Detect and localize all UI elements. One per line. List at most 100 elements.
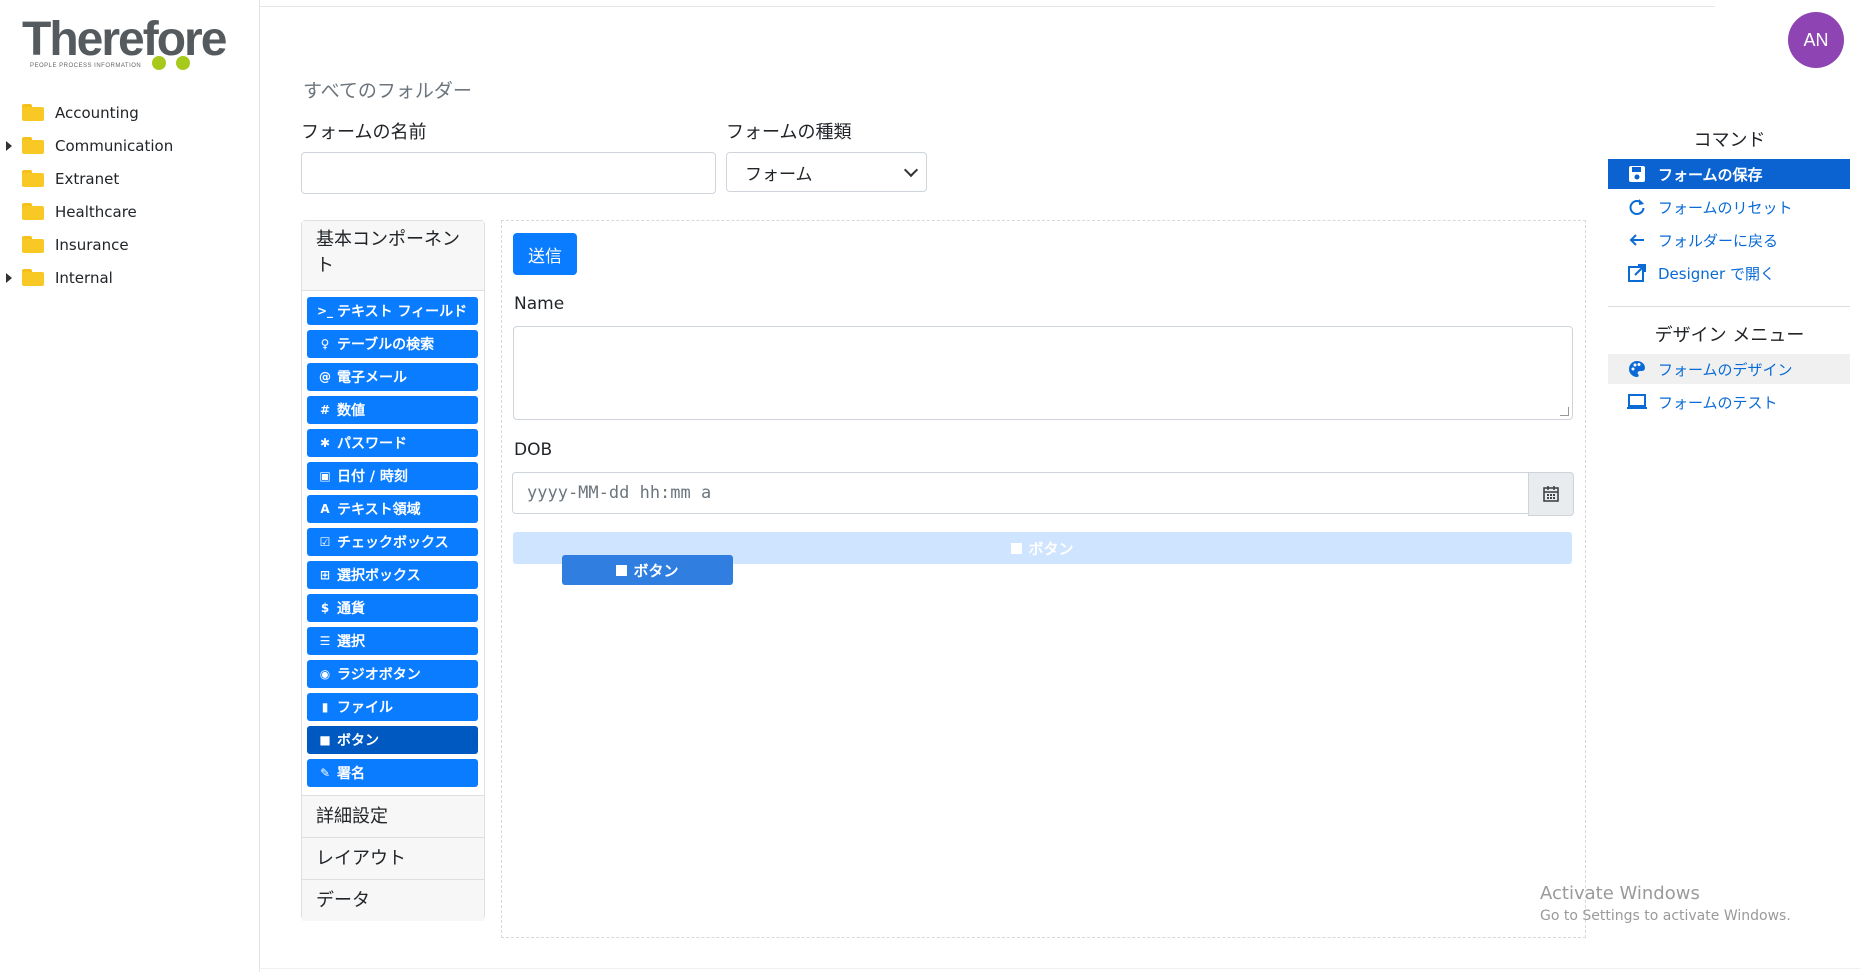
component-item[interactable]: ☑ チェックボックス (307, 528, 478, 556)
folder-label: Extranet (55, 169, 120, 188)
folder-label: Internal (55, 268, 113, 287)
terminal-icon: >_ (317, 304, 334, 318)
folder-icon (22, 269, 44, 286)
design-menu-title: デザイン メニュー (1654, 325, 1805, 346)
menu-item[interactable]: フォームのデザイン (1608, 354, 1850, 384)
chevron-down-icon (903, 162, 919, 178)
component-label: テーブルの検索 (337, 337, 435, 353)
component-item[interactable]: ⊞ 選択ボックス (307, 561, 478, 589)
component-item[interactable]: A テキスト領域 (307, 495, 478, 523)
pencil-icon: ✎ (319, 766, 331, 780)
sidebar: Therefore PEOPLE PROCESS INFORMATION Acc… (0, 0, 260, 972)
folder-icon (22, 236, 44, 253)
component-label: 署名 (337, 766, 365, 782)
component-item[interactable]: >_ テキスト フィールド (307, 297, 478, 325)
asterisk-icon: ✱ (319, 436, 331, 450)
calendar-icon: ▣ (319, 469, 331, 483)
menu-item[interactable]: フォームのテスト (1608, 387, 1850, 417)
submit-button[interactable]: 送信 (513, 233, 577, 275)
folder-item[interactable]: Extranet (0, 162, 259, 195)
check-square-icon: ☑ (319, 535, 331, 549)
component-item[interactable]: ☰ 選択 (307, 627, 478, 655)
component-item[interactable]: ▣ 日付 / 時刻 (307, 462, 478, 490)
folder-item[interactable]: Accounting (0, 96, 259, 129)
component-item[interactable]: $ 通貨 (307, 594, 478, 622)
component-item[interactable]: ♀ テーブルの検索 (307, 330, 478, 358)
component-label: 電子メール (337, 370, 407, 386)
folder-label: Healthcare (55, 202, 137, 221)
at-icon: @ (319, 370, 331, 384)
menu-item-label: フォームのデザイン (1658, 360, 1793, 379)
dragging-button-component[interactable]: ボタン (562, 555, 733, 585)
dollar-icon: $ (320, 601, 330, 615)
dob-field-label: DOB (514, 440, 553, 460)
dot-circle-icon: ◉ (319, 667, 331, 681)
caret-right-icon[interactable] (6, 272, 12, 283)
folder-icon (22, 137, 44, 154)
folder-icon (22, 104, 44, 121)
logo-text: Therefore (22, 13, 227, 66)
menu-item[interactable]: フォルダーに戻る (1608, 225, 1850, 255)
form-type-select[interactable]: フォーム (726, 152, 927, 192)
form-type-value: フォーム (745, 164, 813, 185)
panel-section[interactable]: レイアウト (302, 837, 484, 879)
component-label: 通貨 (337, 601, 365, 617)
component-item[interactable]: ▮ ファイル (307, 693, 478, 721)
font-icon: A (320, 502, 330, 516)
component-item[interactable]: ✎ 署名 (307, 759, 478, 787)
calendar-icon (1543, 486, 1559, 502)
activate-windows-title: Activate Windows (1540, 883, 1700, 904)
bottom-border (259, 968, 1860, 969)
component-item[interactable]: ◉ ラジオボタン (307, 660, 478, 688)
component-item[interactable]: @ 電子メール (307, 363, 478, 391)
basic-components-header[interactable]: 基本コンポーネント (302, 221, 484, 291)
component-label: テキスト領域 (337, 502, 421, 518)
name-textarea[interactable] (513, 326, 1573, 420)
reset-icon (1626, 197, 1648, 217)
component-item[interactable]: ✱ パスワード (307, 429, 478, 457)
dob-input[interactable]: yyyy-MM-dd hh:mm a (512, 472, 1528, 514)
hash-icon: # (319, 403, 331, 417)
breadcrumb[interactable]: すべてのフォルダー (303, 76, 472, 103)
placeholder-button-label: ボタン (1028, 539, 1074, 558)
menu-item-label: フォームの保存 (1658, 165, 1763, 184)
component-label: パスワード (337, 436, 407, 452)
panel-section[interactable]: 詳細設定 (302, 795, 484, 837)
user-avatar[interactable]: AN (1788, 12, 1844, 68)
external-link-icon (1626, 263, 1648, 283)
component-label: 選択 (337, 634, 365, 650)
menu-item-label: フォルダーに戻る (1658, 231, 1779, 250)
name-field-label: Name (514, 294, 565, 314)
menu-item[interactable]: フォームの保存 (1608, 159, 1850, 189)
laptop-icon (1626, 392, 1648, 412)
commands-title: コマンド (1693, 130, 1766, 151)
resize-grip-icon[interactable] (1560, 407, 1569, 416)
stop-icon (616, 564, 628, 576)
caret-right-icon[interactable] (6, 140, 12, 151)
therefore-logo[interactable]: Therefore PEOPLE PROCESS INFORMATION (22, 14, 237, 76)
component-label: テキスト フィールド (337, 304, 468, 320)
component-label: ボタン (337, 733, 379, 749)
folder-label: Insurance (55, 235, 129, 254)
component-label: チェックボックス (337, 535, 449, 551)
folder-icon (22, 170, 44, 187)
panel-section[interactable]: データ (302, 879, 484, 921)
component-item[interactable]: # 数値 (307, 396, 478, 424)
menu-item-label: フォームのテスト (1658, 393, 1778, 412)
stop-icon: ■ (319, 733, 331, 747)
list-icon: ☰ (319, 634, 331, 648)
menu-item[interactable]: Designer で開く (1608, 258, 1850, 288)
folder-item[interactable]: Healthcare (0, 195, 259, 228)
component-item[interactable]: ■ ボタン (307, 726, 478, 754)
folder-item[interactable]: Communication (0, 129, 259, 162)
menu-item-label: Designer で開く (1658, 264, 1775, 283)
plus-square-icon: ⊞ (319, 568, 331, 582)
folder-item[interactable]: Internal (0, 261, 259, 294)
calendar-button[interactable] (1528, 472, 1574, 516)
commands-divider (1608, 306, 1850, 307)
menu-item[interactable]: フォームのリセット (1608, 192, 1850, 222)
arrow-left-icon (1626, 230, 1648, 250)
activate-windows-subtitle: Go to Settings to activate Windows. (1540, 908, 1791, 924)
form-name-input[interactable] (301, 152, 716, 194)
folder-item[interactable]: Insurance (0, 228, 259, 261)
